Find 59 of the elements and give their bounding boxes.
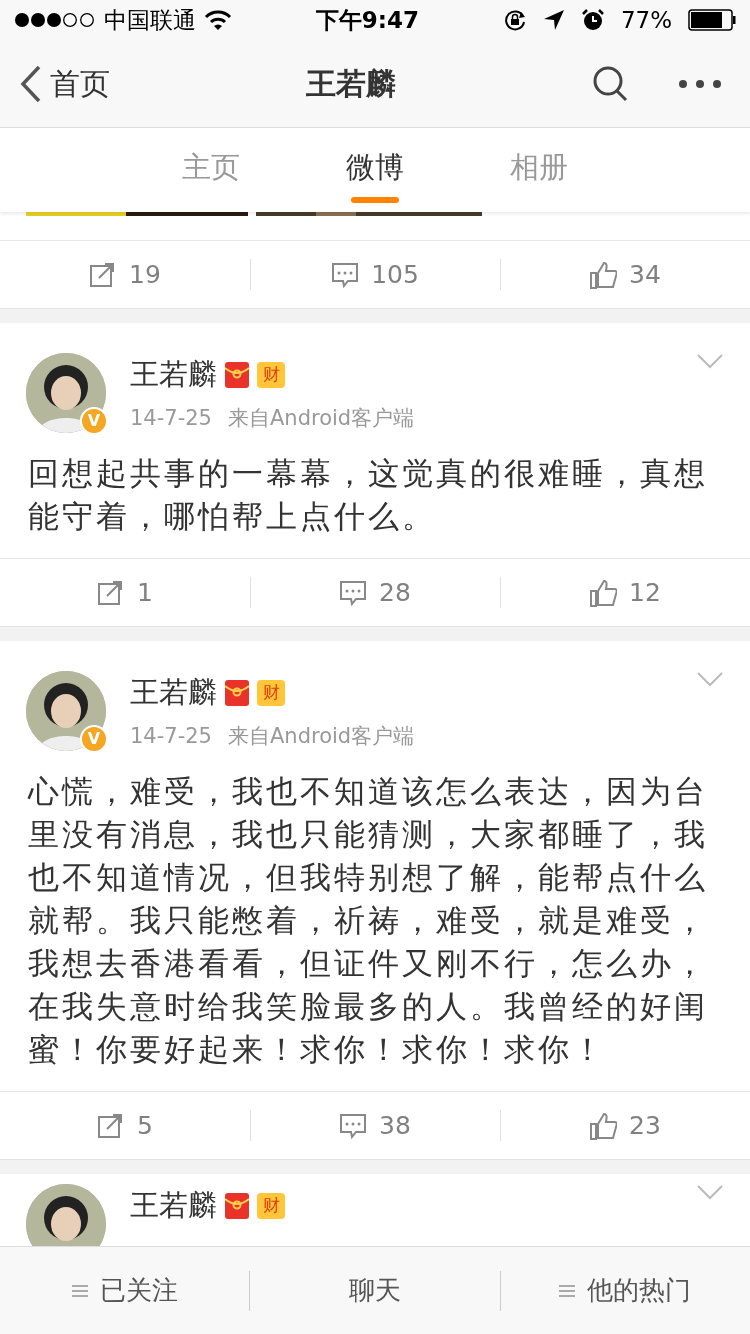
like-button[interactable]: 34 [500, 241, 750, 308]
comment-button[interactable]: 28 [250, 559, 500, 626]
comment-icon [339, 578, 368, 607]
search-icon [592, 64, 630, 103]
thumbs-up-icon [589, 260, 618, 289]
more-icon [678, 79, 722, 89]
thumbs-up-icon [589, 578, 618, 607]
envelope-icon [225, 679, 249, 706]
back-button[interactable]: 首页 [20, 61, 110, 106]
thumbs-up-icon [589, 1111, 618, 1140]
bottom-tab[interactable]: 他的热门 [500, 1247, 750, 1334]
alarm-icon [580, 8, 605, 32]
post-source: 来自Android客户端 [227, 722, 415, 750]
carrier-name: 中国联通 [104, 5, 196, 35]
comment-button[interactable]: 38 [250, 1092, 500, 1159]
post-date: 14-7-25 [130, 404, 212, 432]
post-date: 14-7-25 [130, 722, 212, 750]
battery-percent: 77% [620, 5, 672, 35]
avatar[interactable] [26, 1184, 106, 1246]
bottom-tab[interactable]: 已关注 [0, 1247, 250, 1334]
rotation-lock-icon [502, 8, 527, 32]
comment-button[interactable]: 105 [250, 241, 500, 308]
repost-button[interactable]: 5 [0, 1092, 250, 1159]
list-icon [559, 1283, 576, 1298]
author-name[interactable]: 王若麟 [130, 671, 217, 715]
wealth-badge: 财 [257, 361, 285, 388]
repost-button[interactable]: 1 [0, 559, 250, 626]
status-time: 下午9:47 [315, 5, 420, 35]
dropdown-chevron-icon [696, 353, 724, 369]
dropdown-chevron-icon [696, 671, 724, 687]
wifi-icon [204, 9, 232, 31]
profile-tab[interactable]: 微博 [293, 128, 457, 212]
wealth-badge: 财 [257, 1192, 285, 1219]
like-button[interactable]: 23 [500, 1092, 750, 1159]
signal-icon [14, 12, 96, 28]
comment-icon [339, 1111, 368, 1140]
page-title: 王若麟 [306, 66, 396, 101]
back-chevron-icon [20, 64, 42, 103]
envelope-icon [225, 361, 249, 388]
post-source: 来自Android客户端 [227, 404, 415, 432]
list-icon [71, 1283, 88, 1298]
profile-tab[interactable]: 主页 [129, 128, 293, 212]
wealth-badge: 财 [257, 679, 285, 706]
comment-icon [331, 260, 360, 289]
verified-badge: V [80, 725, 108, 753]
verified-badge: V [80, 407, 108, 435]
bottom-tab[interactable]: 聊天 [250, 1247, 500, 1334]
location-arrow-icon [542, 9, 565, 31]
author-name[interactable]: 王若麟 [130, 1184, 217, 1228]
search-button[interactable] [592, 64, 630, 103]
like-button[interactable]: 12 [500, 559, 750, 626]
author-name[interactable]: 王若麟 [130, 353, 217, 397]
post-text: 心慌，难受，我也不知道该怎么表达，因为台里没有消息，我也只能猜测，大家都睡了，我也不知道情况，但我特别想了解，能帮点什么就帮。我只能憋着，祈祷，难受，就是难受，我想去香港看看，但证件又刚不行，怎么办，在我失意时给我笑脸最多的人。我曾经的好闺蜜！你要好起来！求你！求你！求你！ [26, 772, 709, 1069]
envelope-icon [225, 1192, 249, 1219]
profile-tab[interactable]: 相册 [457, 128, 621, 212]
post-text: 回想起共事的一幕幕，这觉真的很难睡，真想能守着，哪怕帮上点什么。 [27, 454, 709, 536]
battery-icon [688, 9, 736, 31]
dropdown-chevron-icon [696, 1184, 724, 1200]
repost-button[interactable]: 19 [0, 241, 250, 308]
